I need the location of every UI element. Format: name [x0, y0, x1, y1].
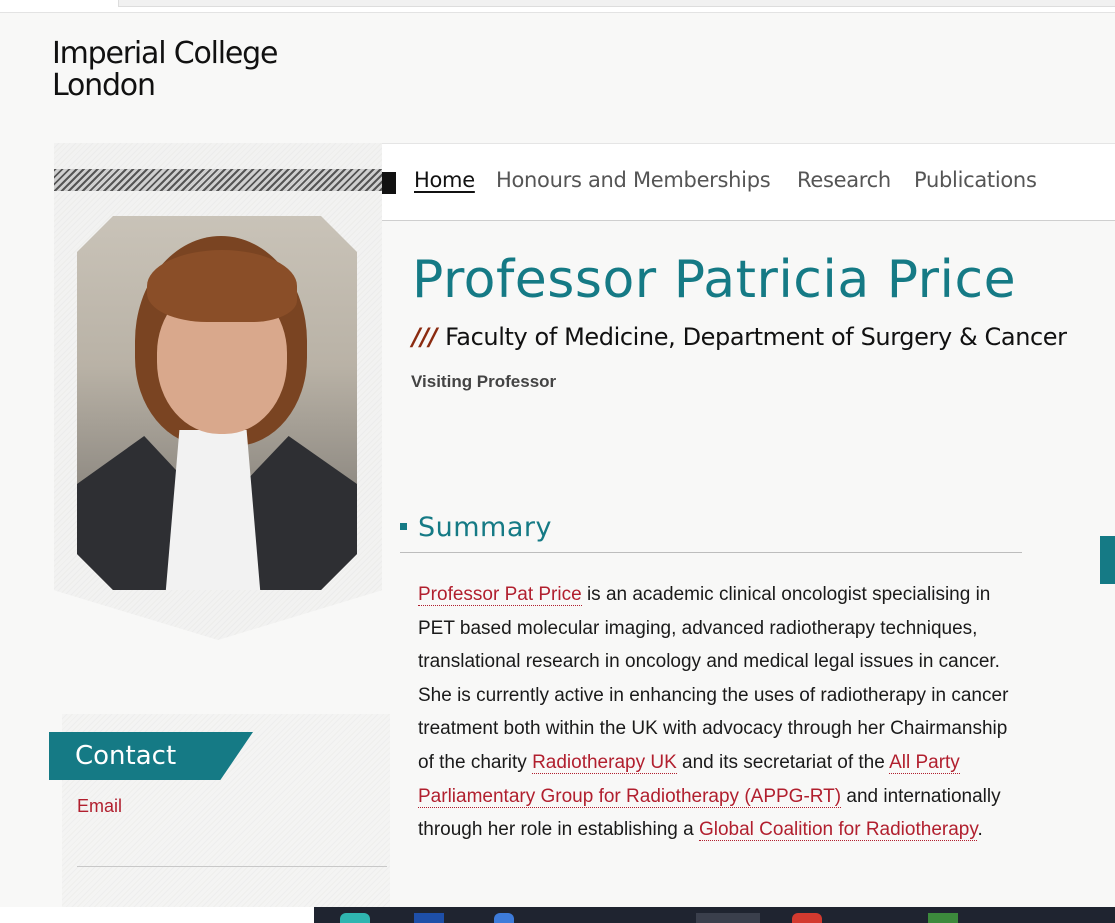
taskbar-app-icon[interactable]: [792, 913, 822, 923]
summary-text: Professor Pat Price is an academic clini…: [418, 578, 1018, 847]
profile-photo-card: [54, 143, 382, 640]
contact-banner: Contact: [49, 732, 253, 780]
logo-line-1: Imperial College: [52, 36, 278, 71]
photo-jacket-right: [243, 436, 357, 590]
profile-nav: Home Honours and Memberships Research Pu…: [382, 143, 1115, 221]
hatch-divider: [54, 169, 382, 191]
nav-research[interactable]: Research: [797, 168, 891, 192]
logo-line-2: London: [52, 68, 156, 103]
taskbar-app-icon[interactable]: [414, 913, 444, 923]
imperial-logo[interactable]: Imperial College London: [52, 36, 278, 103]
summary-bullet: [400, 523, 407, 530]
email-link[interactable]: Email: [77, 796, 122, 817]
taskbar: [0, 907, 1115, 923]
page-title: Professor Patricia Price: [412, 250, 1017, 310]
taskbar-app-icon[interactable]: [928, 913, 958, 923]
taskbar-app-icon[interactable]: [340, 913, 370, 923]
summary-part-8: .: [977, 819, 983, 841]
browser-tab-bar: [118, 0, 1115, 7]
photo-shirt: [165, 430, 261, 590]
profile-photo: [77, 216, 357, 590]
summary-part-4: and its secretariat of the: [676, 751, 890, 773]
faculty-line: /// Faculty of Medicine, Department of Su…: [412, 323, 1067, 351]
summary-title: Summary: [418, 512, 552, 543]
contact-heading: Contact: [75, 741, 177, 771]
browser-top-strip: [0, 0, 1115, 13]
taskbar-app-icon[interactable]: [494, 913, 514, 923]
link-professor-pat-price[interactable]: Professor Pat Price: [418, 584, 582, 606]
link-radiotherapy-uk[interactable]: Radiotherapy UK: [532, 751, 677, 774]
photo-fringe: [147, 250, 297, 322]
nav-publications[interactable]: Publications: [914, 168, 1037, 192]
nav-honours-and-memberships[interactable]: Honours and Memberships: [496, 168, 771, 192]
role-title: Visiting Professor: [411, 372, 557, 391]
taskbar-app-icon[interactable]: [696, 913, 760, 923]
summary-part-2: is an academic clinical oncologist speci…: [418, 584, 1009, 773]
faculty-text: Faculty of Medicine, Department of Surge…: [445, 323, 1067, 351]
nav-marker: [382, 172, 396, 194]
nav-home[interactable]: Home: [414, 168, 475, 192]
link-global-coalition[interactable]: Global Coalition for Radiotherapy: [698, 819, 978, 842]
feedback-side-tab[interactable]: [1100, 536, 1115, 584]
summary-heading: Summary: [400, 512, 1022, 553]
contact-divider: [77, 866, 387, 867]
faculty-slashes: ///: [412, 323, 438, 351]
